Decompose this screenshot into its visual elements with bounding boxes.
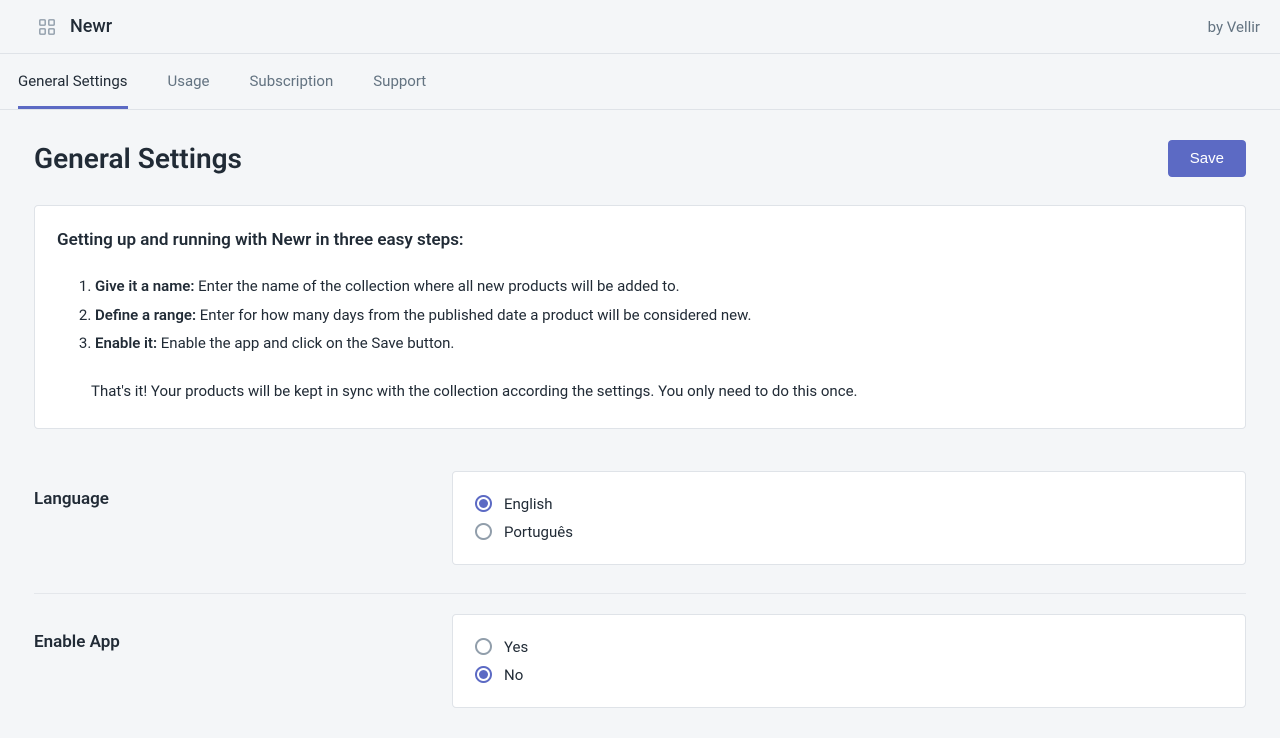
- setting-enable-app: Enable App Yes No: [34, 614, 1246, 708]
- tab-general-settings[interactable]: General Settings: [18, 54, 128, 109]
- tab-subscription[interactable]: Subscription: [250, 54, 334, 109]
- setting-language: Language English Português: [34, 471, 1246, 594]
- tabs-bar: General Settings Usage Subscription Supp…: [0, 54, 1280, 110]
- intro-step-3: Enable it: Enable the app and click on t…: [95, 329, 1223, 358]
- intro-heading: Getting up and running with Newr in thre…: [57, 230, 1223, 250]
- radio-label: Português: [504, 523, 573, 541]
- setting-enable-app-control: Yes No: [452, 614, 1246, 708]
- header-left: Newr: [38, 16, 112, 37]
- radio-icon: [475, 495, 492, 512]
- intro-card: Getting up and running with Newr in thre…: [34, 205, 1246, 429]
- radio-label: Yes: [504, 638, 528, 656]
- setting-language-label: Language: [34, 471, 452, 509]
- tab-support[interactable]: Support: [373, 54, 426, 109]
- app-header: Newr by Vellir: [0, 0, 1280, 54]
- radio-enable-no[interactable]: No: [475, 661, 1223, 689]
- intro-step-1-label: Give it a name:: [95, 277, 194, 295]
- setting-enable-app-label: Enable App: [34, 614, 452, 652]
- radio-enable-yes[interactable]: Yes: [475, 633, 1223, 661]
- radio-language-english[interactable]: English: [475, 490, 1223, 518]
- intro-step-1-text: Enter the name of the collection where a…: [194, 277, 679, 295]
- radio-icon: [475, 638, 492, 655]
- app-grid-icon: [38, 18, 56, 36]
- app-title: Newr: [70, 16, 112, 37]
- page-title: General Settings: [34, 142, 242, 175]
- radio-label: English: [504, 495, 553, 513]
- intro-step-1: Give it a name: Enter the name of the co…: [95, 272, 1223, 301]
- intro-steps-list: Give it a name: Enter the name of the co…: [57, 272, 1223, 358]
- app-byline: by Vellir: [1208, 18, 1260, 36]
- tab-usage[interactable]: Usage: [168, 54, 210, 109]
- intro-step-3-label: Enable it:: [95, 334, 157, 352]
- intro-step-2-label: Define a range:: [95, 306, 196, 324]
- radio-icon: [475, 666, 492, 683]
- intro-step-3-text: Enable the app and click on the Save but…: [157, 334, 454, 352]
- intro-step-2: Define a range: Enter for how many days …: [95, 301, 1223, 330]
- intro-footer: That's it! Your products will be kept in…: [57, 382, 1223, 400]
- radio-label: No: [504, 666, 523, 684]
- setting-language-control: English Português: [452, 471, 1246, 565]
- save-button[interactable]: Save: [1168, 140, 1246, 177]
- intro-step-2-text: Enter for how many days from the publish…: [196, 306, 751, 324]
- radio-language-portugues[interactable]: Português: [475, 518, 1223, 546]
- page-header: General Settings Save: [34, 140, 1246, 177]
- radio-icon: [475, 523, 492, 540]
- page-content: General Settings Save Getting up and run…: [0, 110, 1280, 738]
